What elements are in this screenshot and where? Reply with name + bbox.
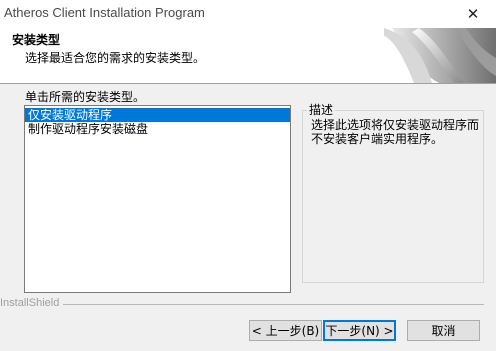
wizard-header: 安装类型 选择最适合您的需求的安装类型。 [0, 28, 496, 84]
install-type-prompt: 单击所需的安装类型。 [25, 90, 146, 104]
back-button[interactable]: < 上一步(B) [249, 320, 322, 341]
next-button[interactable]: 下一步(N) > [323, 320, 396, 341]
install-type-list[interactable]: 仅安装驱动程序 制作驱动程序安装磁盘 [24, 105, 291, 293]
page-title: 安装类型 [12, 33, 61, 47]
title-bar: Atheros Client Installation Program ✕ [0, 0, 496, 28]
list-item-driver-disk[interactable]: 制作驱动程序安装磁盘 [25, 122, 290, 136]
footer-divider [0, 304, 484, 305]
close-icon: ✕ [466, 5, 480, 23]
list-item-driver-only[interactable]: 仅安装驱动程序 [25, 108, 290, 122]
cancel-button[interactable]: 取消 [407, 320, 480, 341]
description-text: 选择此选项将仅安装驱动程序而不安装客户端实用程序。 [311, 118, 480, 146]
installshield-brand: InstallShield [0, 297, 64, 309]
description-legend: 描述 [307, 101, 336, 118]
close-button[interactable]: ✕ [450, 0, 496, 28]
header-swoosh-graphic [384, 28, 496, 83]
window-title: Atheros Client Installation Program [4, 5, 205, 20]
page-subtitle: 选择最适合您的需求的安装类型。 [25, 51, 206, 65]
